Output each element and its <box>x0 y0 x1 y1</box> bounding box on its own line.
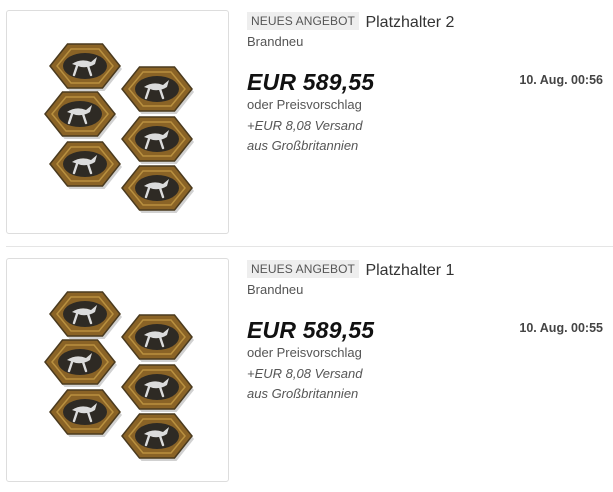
hex-token-photo <box>44 43 194 213</box>
listing-item: NEUES ANGEBOT Platzhalter 1 Brandneu EUR… <box>0 248 613 488</box>
item-price: EUR 589,55 <box>247 317 375 343</box>
shipping-cost: +EUR 8,08 Versand <box>247 366 363 381</box>
item-title-link[interactable]: Platzhalter 2 <box>365 14 454 31</box>
title-row: NEUES ANGEBOT Platzhalter 2 <box>247 12 454 32</box>
hex-token <box>121 314 194 362</box>
best-offer-text: oder Preisvorschlag <box>247 345 362 360</box>
listing-date: 10. Aug. 00:55 <box>519 321 603 335</box>
best-offer-text: oder Preisvorschlag <box>247 97 362 112</box>
listing-item: NEUES ANGEBOT Platzhalter 2 Brandneu EUR… <box>0 0 613 240</box>
shipping-cost: +EUR 8,08 Versand <box>247 118 363 133</box>
item-price: EUR 589,55 <box>247 69 375 95</box>
listing-divider <box>6 246 613 247</box>
hex-token <box>49 141 122 189</box>
item-title-link[interactable]: Platzhalter 1 <box>365 262 454 279</box>
product-image[interactable] <box>6 10 229 234</box>
item-condition: Brandneu <box>247 34 304 49</box>
hex-token <box>49 43 122 91</box>
item-origin: aus Großbritannien <box>247 386 359 401</box>
item-origin: aus Großbritannien <box>247 138 359 153</box>
title-row: NEUES ANGEBOT Platzhalter 1 <box>247 260 454 280</box>
new-listing-badge: NEUES ANGEBOT <box>247 12 359 30</box>
hex-token <box>121 364 194 412</box>
hex-token <box>49 291 122 339</box>
hex-token <box>44 339 117 387</box>
hex-token-photo <box>44 291 194 461</box>
hex-token <box>121 66 194 114</box>
product-image[interactable] <box>6 258 229 482</box>
listing-date: 10. Aug. 00:56 <box>519 73 603 87</box>
hex-token <box>44 91 117 139</box>
item-condition: Brandneu <box>247 282 304 297</box>
hex-token <box>121 413 194 461</box>
hex-token <box>121 165 194 213</box>
hex-token <box>121 116 194 164</box>
hex-token <box>49 389 122 437</box>
new-listing-badge: NEUES ANGEBOT <box>247 260 359 278</box>
